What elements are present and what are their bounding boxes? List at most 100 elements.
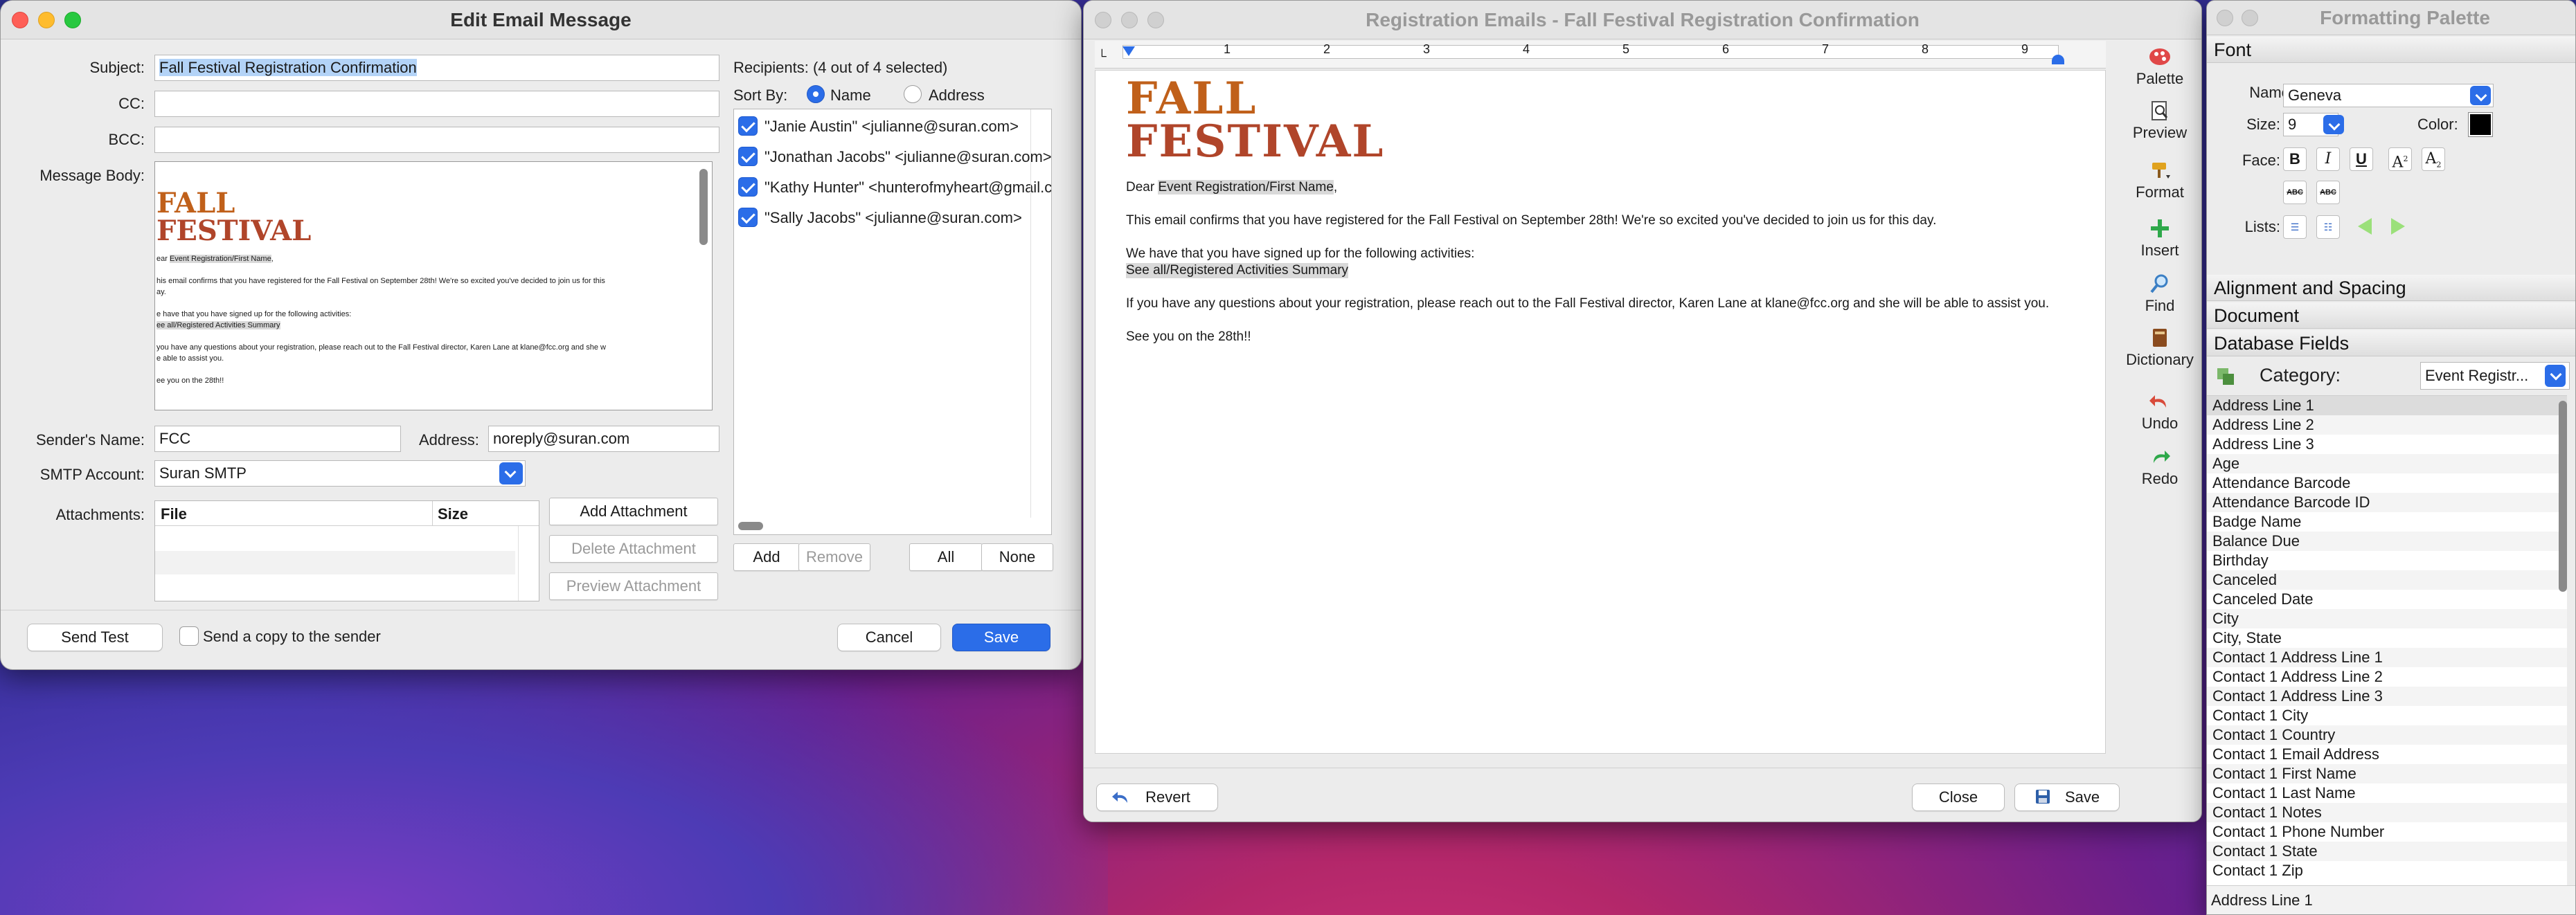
revert-button[interactable]: Revert	[1096, 783, 1218, 811]
font-section-header[interactable]: Font	[2207, 37, 2575, 63]
recipient-checkbox[interactable]	[738, 208, 758, 227]
recipient-checkbox[interactable]	[738, 177, 758, 197]
subject-field[interactable]: Fall Festival Registration Confirmation	[154, 55, 719, 81]
delete-attachment-button[interactable]: Delete Attachment	[549, 535, 718, 563]
sort-address-label[interactable]: Address	[929, 87, 985, 105]
list-item[interactable]: Canceled Date	[2207, 590, 2567, 609]
close-button[interactable]: Close	[1912, 783, 2005, 811]
merge-field-first-name[interactable]: Event Registration/First Name	[1158, 180, 1334, 194]
save-document-button[interactable]: Save	[2014, 783, 2120, 811]
merge-field-activities[interactable]: See all/Registered Activities Summary	[1126, 263, 1349, 278]
document-editor[interactable]: FALL FESTIVAL Dear Event Registration/Fi…	[1095, 70, 2106, 754]
save-button[interactable]: Save	[952, 624, 1050, 651]
right-margin-marker[interactable]	[2052, 55, 2064, 64]
bold-button[interactable]: B	[2283, 147, 2307, 171]
tab-stop-icon[interactable]: └	[1098, 49, 1107, 64]
font-name-select[interactable]: Geneva	[2283, 84, 2494, 107]
list-item[interactable]: Balance Due	[2207, 532, 2567, 551]
insert-tool[interactable]: Insert	[2118, 218, 2201, 260]
fields-scrollbar[interactable]	[2559, 401, 2567, 592]
add-recipient-button[interactable]: Add	[733, 543, 800, 571]
numbered-list-button[interactable]: ☷	[2316, 215, 2340, 239]
list-item[interactable]: Attendance Barcode	[2207, 473, 2567, 493]
list-item[interactable]: Canceled	[2207, 570, 2567, 590]
list-item[interactable]: Contact 1 City	[2207, 706, 2567, 725]
list-item[interactable]: Address Line 1	[2207, 396, 2567, 415]
list-item[interactable]: Contact 1 Phone Number	[2207, 822, 2567, 842]
send-copy-label[interactable]: Send a copy to the sender	[203, 628, 381, 646]
ruler[interactable]: └ 1 2 3 4 5 6 7 8 9	[1095, 41, 2106, 69]
select-all-button[interactable]: All	[909, 543, 983, 571]
cc-field[interactable]	[154, 91, 719, 117]
list-item[interactable]: Contact 1 Address Line 3	[2207, 687, 2567, 706]
italic-button[interactable]: I	[2316, 147, 2340, 171]
column-header-size[interactable]: Size	[438, 505, 468, 523]
recipients-hscrollbar[interactable]	[738, 522, 763, 530]
column-header-file[interactable]: File	[161, 505, 187, 523]
document-section-header[interactable]: Document	[2207, 302, 2575, 329]
underline-button[interactable]: U	[2350, 147, 2373, 171]
list-item[interactable]: Contact 1 Address Line 1	[2207, 648, 2567, 667]
font-color-swatch[interactable]	[2468, 112, 2493, 137]
list-item[interactable]: Contact 1 Email Address	[2207, 745, 2567, 764]
sender-address-field[interactable]: noreply@suran.com	[488, 426, 719, 452]
cancel-button[interactable]: Cancel	[837, 624, 941, 651]
list-item[interactable]: Contact 1 Zip	[2207, 861, 2567, 880]
recipients-list[interactable]: "Janie Austin" <julianne@suran.com> "Jon…	[733, 109, 1052, 535]
chevron-down-icon[interactable]	[2470, 86, 2491, 105]
list-item[interactable]: Contact 1 Last Name	[2207, 783, 2567, 803]
add-attachment-button[interactable]: Add Attachment	[549, 498, 718, 525]
preview-tool[interactable]: Preview	[2118, 100, 2201, 142]
chevron-down-icon[interactable]	[2545, 365, 2566, 387]
decrease-indent-icon[interactable]	[2358, 218, 2372, 235]
sort-address-radio[interactable]	[904, 85, 922, 103]
list-item[interactable]: Address Line 3	[2207, 435, 2567, 454]
list-item[interactable]: City, State	[2207, 628, 2567, 648]
select-none-button[interactable]: None	[981, 543, 1053, 571]
recipient-item[interactable]: "Jonathan Jacobs" <julianne@suran.com>	[764, 148, 1051, 166]
chevron-down-icon[interactable]	[499, 462, 523, 484]
format-tool[interactable]: Format	[2118, 160, 2201, 201]
message-body-preview[interactable]: FALL FESTIVAL ear Event Registration/Fir…	[154, 161, 713, 410]
smtp-select[interactable]: Suran SMTP	[154, 460, 526, 487]
table-scrollbar[interactable]	[518, 526, 539, 601]
database-fields-list[interactable]: Address Line 1 Address Line 2 Address Line…	[2207, 395, 2567, 885]
chevron-down-icon[interactable]	[2323, 115, 2344, 134]
list-item[interactable]: Contact 1 First Name	[2207, 764, 2567, 783]
redo-tool[interactable]: Redo	[2118, 446, 2201, 488]
list-item[interactable]: Contact 1 Address Line 2	[2207, 667, 2567, 687]
bcc-field[interactable]	[154, 127, 719, 153]
sort-name-label[interactable]: Name	[830, 87, 871, 105]
palette-tool[interactable]: Palette	[2118, 46, 2201, 88]
remove-recipient-button[interactable]: Remove	[798, 543, 870, 571]
list-item[interactable]: Contact 1 Notes	[2207, 803, 2567, 822]
recipient-checkbox[interactable]	[738, 116, 758, 136]
find-tool[interactable]: Find	[2118, 273, 2201, 315]
sort-name-radio[interactable]	[807, 85, 825, 103]
left-margin-marker[interactable]	[1122, 46, 1135, 56]
increase-indent-icon[interactable]	[2391, 218, 2405, 235]
send-test-button[interactable]: Send Test	[27, 624, 163, 651]
recipient-checkbox[interactable]	[738, 147, 758, 166]
superscript-button[interactable]: A2	[2388, 147, 2412, 171]
list-item[interactable]: Contact 1 State	[2207, 842, 2567, 861]
double-strikethrough-button[interactable]: ABC	[2316, 181, 2340, 204]
recipient-item[interactable]: "Sally Jacobs" <julianne@suran.com>	[764, 209, 1022, 227]
undo-tool[interactable]: Undo	[2118, 391, 2201, 433]
database-fields-section-header[interactable]: Database Fields	[2207, 330, 2575, 356]
list-item[interactable]: Birthday	[2207, 551, 2567, 570]
recipient-item[interactable]: "Janie Austin" <julianne@suran.com>	[764, 118, 1019, 136]
bulleted-list-button[interactable]: ☰	[2283, 215, 2307, 239]
list-item[interactable]: Age	[2207, 454, 2567, 473]
sender-name-field[interactable]: FCC	[154, 426, 401, 452]
attachments-table[interactable]: File Size	[154, 500, 539, 601]
list-item[interactable]: Attendance Barcode ID	[2207, 493, 2567, 512]
send-copy-checkbox[interactable]	[179, 626, 199, 646]
dictionary-tool[interactable]: Dictionary	[2118, 327, 2201, 369]
preview-attachment-button[interactable]: Preview Attachment	[549, 572, 718, 600]
alignment-section-header[interactable]: Alignment and Spacing	[2207, 275, 2575, 301]
preview-scrollbar[interactable]	[699, 169, 708, 245]
list-item[interactable]: Address Line 2	[2207, 415, 2567, 435]
strikethrough-button[interactable]: ABC	[2283, 181, 2307, 204]
recipient-item[interactable]: "Kathy Hunter" <hunterofmyheart@gmail.co…	[764, 179, 1051, 197]
